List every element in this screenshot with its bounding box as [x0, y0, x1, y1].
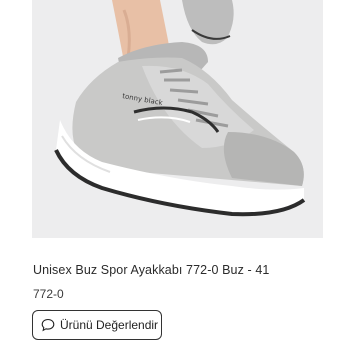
- speech-bubble-icon: [41, 318, 55, 332]
- sneaker-icon: tonny black: [32, 0, 323, 238]
- review-button-label: Ürünü Değerlendir: [60, 318, 159, 332]
- review-product-button[interactable]: Ürünü Değerlendir: [32, 310, 162, 340]
- product-image[interactable]: tonny black: [32, 0, 323, 238]
- product-card: tonny black Unisex Buz Spor Ayakkabı 772…: [0, 0, 350, 350]
- product-code: 772-0: [33, 287, 64, 301]
- product-title[interactable]: Unisex Buz Spor Ayakkabı 772-0 Buz - 41: [33, 263, 269, 277]
